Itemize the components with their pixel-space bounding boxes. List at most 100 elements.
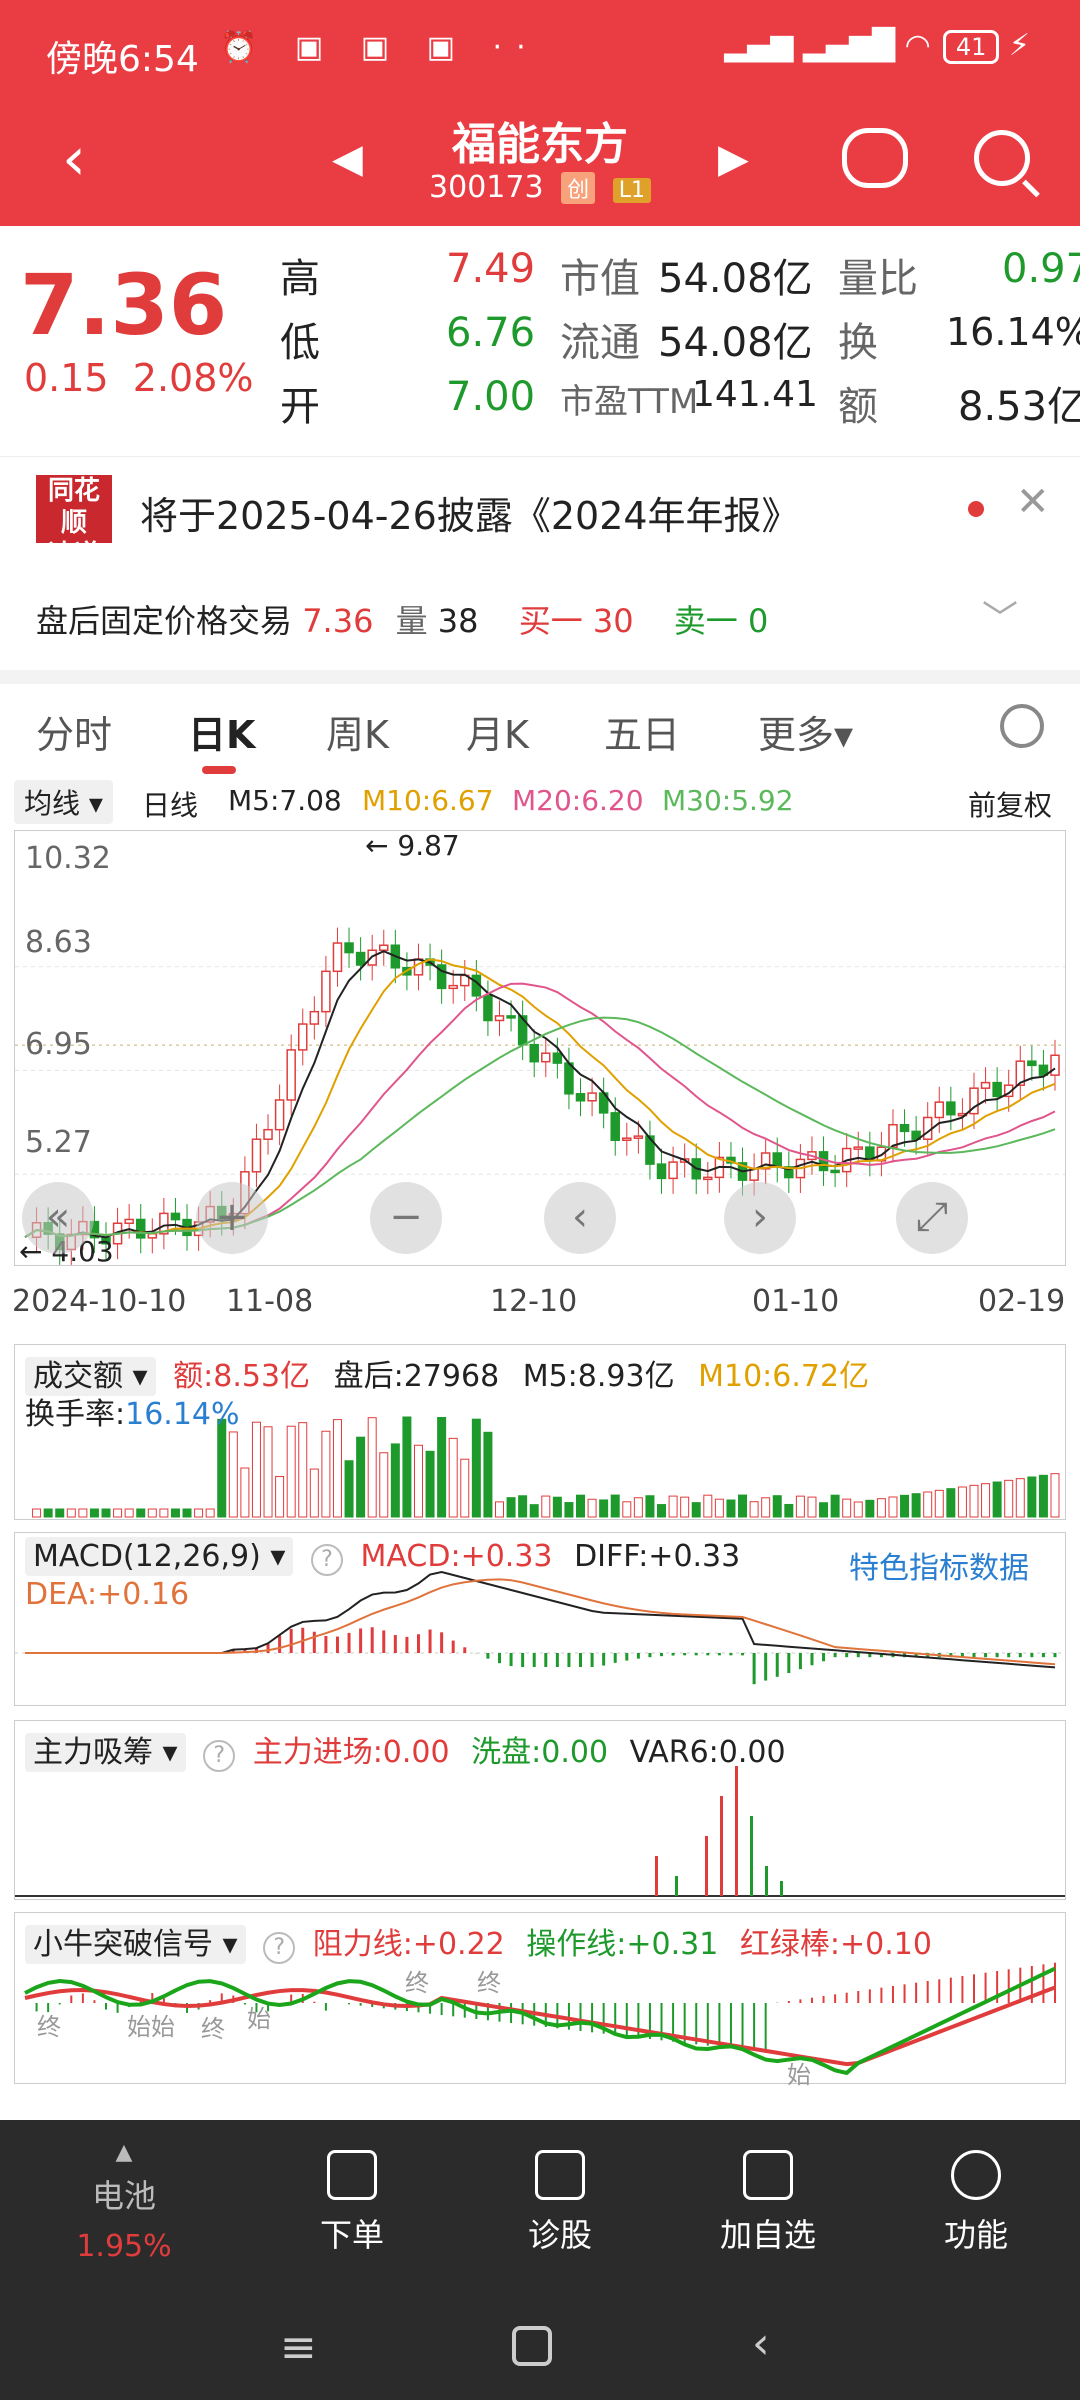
macd-dropdown[interactable]: MACD(12,26,9) ▾ (25, 1537, 294, 1576)
var6-value: VAR6:0.00 (629, 1735, 786, 1770)
volume-bar (1027, 1476, 1037, 1518)
volume-bar (309, 1468, 319, 1518)
help-icon[interactable]: ? (311, 1544, 343, 1576)
volume-m5: M5:8.93亿 (522, 1359, 675, 1394)
macd-panel[interactable]: MACD(12,26,9) ▾ ? MACD:+0.33 DIFF:+0.33 … (14, 1532, 1066, 1706)
candle-body (170, 1212, 181, 1221)
volume-bar (205, 1508, 215, 1518)
volume-bar (89, 1508, 99, 1518)
volume-bar (240, 1467, 250, 1518)
close-icon[interactable]: ✕ (1016, 479, 1050, 525)
breakout-dropdown[interactable]: 小牛突破信号 ▾ (25, 1925, 246, 1964)
next-stock-icon[interactable]: ▶ (718, 136, 749, 182)
zoom-out-button[interactable]: − (370, 1182, 442, 1254)
scroll-left-button[interactable]: ‹ (544, 1182, 616, 1254)
tab-five-day[interactable]: 五日 (604, 704, 680, 759)
volume-bar (529, 1504, 539, 1518)
adjust-mode[interactable]: 前复权 (968, 784, 1052, 824)
fast-rewind-button[interactable]: « (22, 1182, 94, 1254)
scroll-right-button[interactable]: › (724, 1182, 796, 1254)
force-bar (655, 1856, 658, 1896)
level-tag: L1 (612, 178, 651, 203)
diff-value: DIFF:+0.33 (574, 1539, 741, 1574)
ma10-value: M10:6.67 (362, 784, 494, 817)
volume-bar (772, 1495, 782, 1518)
main-force-dropdown[interactable]: 主力吸筹 ▾ (25, 1733, 186, 1772)
after-hours-row[interactable]: 盘后固定价格交易 7.36 量 38 买一 30 卖一 0 ﹀ (0, 560, 1080, 670)
candle-body (668, 1161, 678, 1180)
volume-bar (437, 1416, 447, 1518)
battery-widget[interactable]: ▲ 电池 1.95% (44, 2140, 204, 2264)
volume-bar (124, 1508, 134, 1518)
zoom-in-button[interactable]: + (196, 1182, 268, 1254)
ma-line (24, 958, 1056, 1239)
unread-dot (968, 501, 984, 517)
volume-bar (518, 1495, 528, 1518)
force-bar (735, 1766, 738, 1896)
order-button[interactable]: 下单 (272, 2140, 432, 2256)
add-watchlist-button[interactable]: 加自选 (688, 2140, 848, 2256)
volume-bar (923, 1491, 933, 1518)
main-force-panel[interactable]: 主力吸筹 ▾ ? 主力进场:0.00 洗盘:0.00 VAR6:0.00 (14, 1720, 1066, 1900)
volume-bar (356, 1436, 366, 1518)
stock-name: 福能东方 (452, 119, 628, 170)
buy1-value: 30 (592, 602, 634, 640)
turnover-row: 换手率:16.14% (25, 1389, 240, 1433)
volume-bar (992, 1481, 1002, 1518)
volume-bar (194, 1508, 204, 1518)
candle-body (656, 1163, 667, 1180)
volume-panel[interactable]: 成交额 ▾ 额:8.53亿 盘后:27968 M5:8.93亿 M10:6.72… (14, 1344, 1066, 1520)
turnover-value: 16.14% (946, 310, 1080, 354)
volume-bar (657, 1504, 667, 1518)
help-icon[interactable]: ? (203, 1740, 236, 1772)
chevron-down-icon[interactable]: ﹀ (982, 590, 1018, 642)
volume-bar (402, 1416, 412, 1518)
operation-line (24, 1966, 1056, 2076)
news-logo-line1: 同花顺 (47, 476, 100, 538)
volume-bar (321, 1430, 331, 1518)
high-marker-value: 9.87 (397, 829, 460, 862)
volume-bar (691, 1502, 701, 1518)
robot-assistant-icon[interactable] (842, 128, 908, 188)
signal-mark: 终 (405, 1969, 429, 1997)
tab-intraday[interactable]: 分时 (36, 704, 112, 759)
date-axis: 2024-10-10 11-08 12-10 01-10 02-19 (0, 1282, 1080, 1332)
quote-panel: 7.36 0.15 2.08% 高 7.49 低 6.76 开 7.00 市值 … (0, 226, 1080, 456)
resistance-value: 阻力线:+0.22 (312, 1927, 505, 1962)
diagnose-button[interactable]: 诊股 (480, 2140, 640, 2256)
tab-weekly-k[interactable]: 周K (326, 704, 389, 759)
volume-bar (749, 1501, 759, 1518)
feature-data-link[interactable]: 特色指标数据 (849, 1543, 1029, 1587)
volume-bar (494, 1501, 504, 1518)
news-ticker[interactable]: 同花顺 速递 将于2025-04-26披露《2024年年报》 ✕ (0, 456, 1080, 570)
breakout-signal-panel[interactable]: 小牛突破信号 ▾ ? 阻力线:+0.22 操作线:+0.31 红绿棒:+0.10… (14, 1912, 1066, 2089)
help-icon[interactable]: ? (263, 1932, 296, 1964)
change-value: 0.15 (24, 356, 109, 400)
settings-icon[interactable] (1000, 704, 1044, 748)
function-button[interactable]: 功能 (896, 2140, 1056, 2256)
bottom-toolbar: ▲ 电池 1.95% 下单 诊股 加自选 功能 (0, 2120, 1080, 2304)
volume-bar (645, 1495, 655, 1518)
tab-monthly-k[interactable]: 月K (466, 704, 529, 759)
search-icon[interactable] (974, 130, 1030, 186)
home-icon[interactable] (512, 2326, 552, 2366)
volume-bar (842, 1498, 852, 1518)
date-label-3: 12-10 (490, 1284, 578, 1319)
y-tick-2: 8.63 (25, 925, 92, 960)
system-nav-bar: ≡ ‹ (0, 2304, 1080, 2400)
candle-body (321, 970, 331, 1013)
ma-type-dropdown[interactable]: 均线 ▾ (14, 780, 113, 824)
volume-bar (552, 1496, 562, 1518)
status-time: 傍晚6:54 (46, 39, 199, 80)
candle-body (575, 1093, 586, 1102)
force-bar (780, 1881, 783, 1896)
fullscreen-button[interactable]: ⤢ (896, 1182, 968, 1254)
back-nav-icon[interactable]: ‹ (752, 2318, 770, 2369)
ma-legend: 均线 ▾ 日线 M5:7.08 M10:6.67 M20:6.20 M30:5.… (0, 776, 1080, 826)
after-hours-info: 盘后固定价格交易 7.36 量 38 买一 30 卖一 0 (36, 596, 768, 642)
news-text[interactable]: 将于2025-04-26披露《2024年年报》 (140, 485, 800, 540)
tab-daily-k[interactable]: 日K (188, 704, 255, 759)
recent-apps-icon[interactable]: ≡ (280, 2322, 317, 2373)
tab-more[interactable]: 更多▾ (758, 704, 853, 759)
volume-bar (170, 1508, 180, 1518)
